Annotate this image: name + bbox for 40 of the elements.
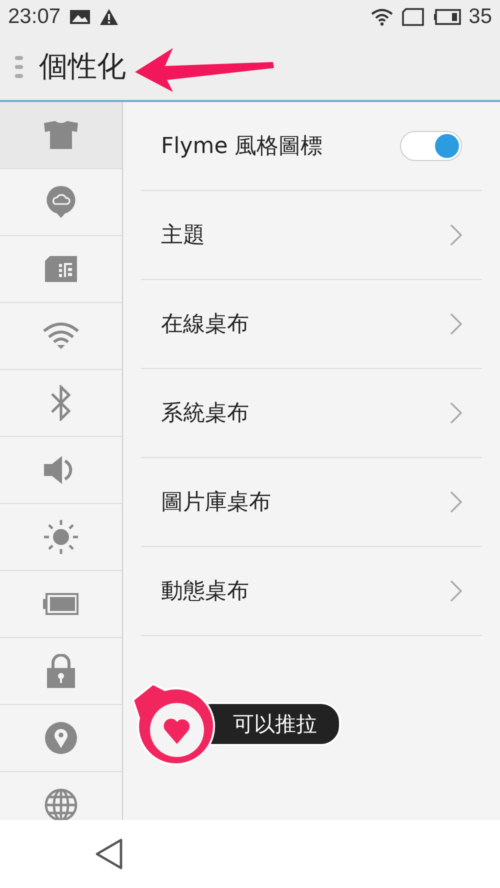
shirt-icon [44, 121, 78, 149]
bluetooth-icon [50, 385, 72, 421]
wifi-icon [370, 8, 393, 26]
battery-icon [432, 9, 461, 25]
back-icon[interactable] [95, 838, 123, 870]
sidebar-item[interactable] [0, 102, 122, 169]
battery-percentage: 35 [468, 5, 492, 29]
heart-badge-icon [131, 680, 217, 768]
sim-card-icon [400, 8, 425, 26]
chevron-right-icon [450, 313, 462, 335]
toggle-switch[interactable] [400, 131, 462, 161]
chevron-right-icon [450, 402, 462, 424]
setting-label: 在線桌布 [161, 311, 249, 339]
drag-handle-icon[interactable] [15, 55, 23, 79]
lock-icon [47, 654, 75, 688]
wifi-icon [43, 322, 79, 350]
settings-row[interactable]: 在線桌布 [141, 280, 482, 369]
status-time: 23:07 [8, 5, 61, 29]
setting-label: Flyme 風格圖標 [161, 133, 323, 161]
battery-icon [43, 593, 79, 615]
setting-label: 動態桌布 [161, 578, 249, 606]
sim-card-icon [44, 256, 78, 282]
brightness-icon [43, 519, 79, 555]
chevron-right-icon [450, 224, 462, 246]
cloud-pin-icon [46, 185, 76, 219]
image-icon [68, 9, 91, 25]
warning-icon [98, 8, 119, 26]
chevron-right-icon [450, 491, 462, 513]
chevron-right-icon [450, 580, 462, 602]
settings-row[interactable]: Flyme 風格圖標 [141, 102, 482, 191]
settings-row[interactable]: 圖片庫桌布 [141, 458, 482, 547]
setting-label: 主題 [161, 222, 205, 250]
page-title: 個性化 [39, 48, 126, 85]
settings-row[interactable]: 動態桌布 [141, 547, 482, 636]
settings-row[interactable]: 系統桌布 [141, 369, 482, 458]
location-pin-icon [44, 721, 78, 755]
setting-label: 系統桌布 [161, 400, 249, 428]
globe-icon [44, 788, 78, 820]
settings-row[interactable]: 主題 [141, 191, 482, 280]
setting-label: 圖片庫桌布 [161, 489, 271, 517]
